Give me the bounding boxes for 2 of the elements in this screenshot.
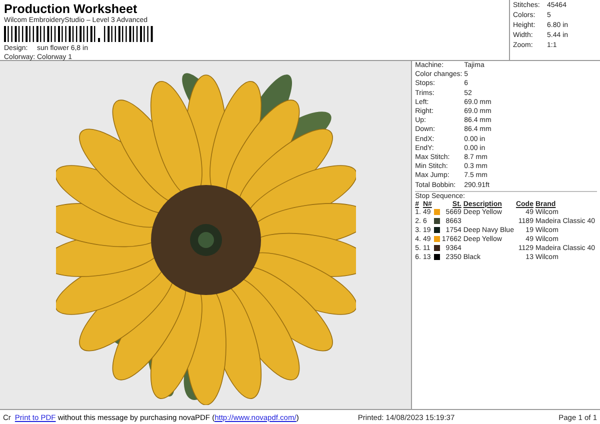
barcode-icon <box>4 26 156 42</box>
worksheet-title: Production Worksheet <box>4 2 138 16</box>
